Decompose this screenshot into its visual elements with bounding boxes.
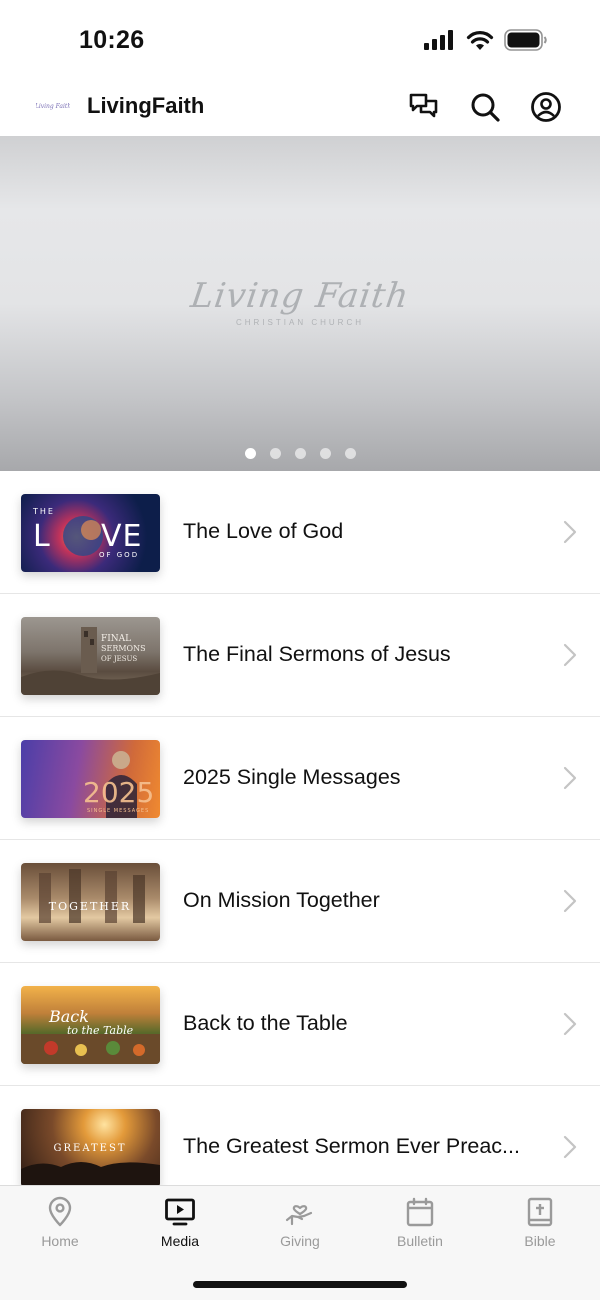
chat-bubbles-icon — [409, 93, 438, 118]
status-time: 10:26 — [79, 26, 145, 54]
svg-text:GREATEST: GREATEST — [54, 1143, 127, 1154]
app-header: Living Faith LivingFaith — [0, 78, 600, 136]
app-logo: Living Faith — [36, 90, 70, 120]
user-circle-icon — [531, 92, 561, 122]
list-item[interactable]: FINAL SERMONS OF JESUS The Final Sermons… — [0, 594, 600, 717]
search-button[interactable] — [468, 90, 502, 124]
tab-label: Bulletin — [397, 1233, 443, 1249]
single-messages-artwork: 2025 SINGLE MESSAGES — [83, 751, 154, 818]
svg-text:SINGLE MESSAGES: SINGLE MESSAGES — [87, 808, 149, 814]
back-to-the-table-artwork: Back to the Table — [21, 1007, 160, 1064]
living-faith-logo-icon: Living Faith — [36, 103, 70, 110]
item-title: Back to the Table — [183, 1011, 348, 1035]
list-item[interactable]: THE L VE OF GOD The Love of God — [0, 471, 600, 594]
map-pin-icon — [48, 1196, 72, 1227]
svg-text:2025: 2025 — [83, 776, 154, 809]
carousel-dot[interactable] — [244, 448, 256, 459]
tab-bible[interactable]: Bible — [480, 1196, 600, 1258]
carousel-dot[interactable] — [344, 448, 356, 459]
tab-label: Media — [160, 1233, 200, 1249]
svg-text:OF JESUS: OF JESUS — [101, 655, 137, 663]
item-title: On Mission Together — [183, 888, 380, 912]
hero-logo-subtitle: CHRISTIAN CHURCH — [236, 318, 364, 327]
on-mission-together-artwork: TOGETHER — [39, 869, 145, 923]
cellular-signal-icon — [424, 30, 453, 50]
series-thumbnail: Back to the Table — [21, 986, 160, 1064]
profile-button[interactable] — [529, 90, 563, 124]
series-thumbnail: 2025 SINGLE MESSAGES — [21, 740, 160, 818]
hero-logo-script: Living Faith — [188, 276, 412, 316]
carousel-dot[interactable] — [294, 448, 306, 459]
carousel-dot[interactable] — [319, 448, 331, 459]
wifi-icon — [466, 30, 494, 50]
tab-bulletin[interactable]: Bulletin — [360, 1196, 480, 1258]
hero-banner[interactable]: Living Faith CHRISTIAN CHURCH — [0, 136, 600, 471]
item-title: The Love of God — [183, 519, 344, 543]
love-of-god-artwork: THE L VE OF GOD — [32, 507, 142, 559]
home-indicator — [193, 1281, 407, 1288]
series-thumbnail: GREATEST — [21, 1109, 160, 1187]
item-title: The Final Sermons of Jesus — [183, 642, 451, 666]
carousel-dot[interactable] — [269, 448, 281, 459]
svg-text:to the Table: to the Table — [67, 1024, 134, 1037]
media-list: THE L VE OF GOD The Love of God FINAL SE… — [0, 471, 600, 1209]
final-sermons-artwork: FINAL SERMONS OF JESUS — [21, 627, 160, 695]
svg-text:TOGETHER: TOGETHER — [49, 900, 131, 913]
hero-logo: Living Faith CHRISTIAN CHURCH — [0, 276, 600, 327]
tab-label: Giving — [280, 1233, 320, 1249]
list-item[interactable]: TOGETHER On Mission Together — [0, 840, 600, 963]
battery-icon — [504, 29, 547, 51]
chevron-right-icon — [563, 520, 577, 544]
tab-label: Home — [41, 1233, 79, 1249]
chat-button[interactable] — [407, 90, 441, 124]
status-bar: 10:26 — [0, 0, 600, 78]
svg-text:VE: VE — [101, 519, 142, 554]
list-item[interactable]: Back to the Table Back to the Table — [0, 963, 600, 1086]
bible-icon — [527, 1197, 553, 1227]
list-item[interactable]: 2025 SINGLE MESSAGES 2025 Single Message… — [0, 717, 600, 840]
chevron-right-icon — [563, 766, 577, 790]
status-icons — [424, 29, 548, 51]
carousel-dots — [0, 448, 600, 459]
chevron-right-icon — [563, 889, 577, 913]
svg-text:Living Faith: Living Faith — [36, 103, 70, 110]
tab-giving[interactable]: Giving — [240, 1196, 360, 1258]
search-icon — [471, 93, 500, 122]
svg-text:THE: THE — [32, 507, 55, 516]
chevron-right-icon — [563, 1012, 577, 1036]
chevron-right-icon — [563, 643, 577, 667]
greatest-sermon-artwork: GREATEST — [21, 1143, 160, 1187]
series-thumbnail: TOGETHER — [21, 863, 160, 941]
series-thumbnail: THE L VE OF GOD — [21, 494, 160, 572]
tab-media[interactable]: Media — [120, 1196, 240, 1258]
calendar-icon — [406, 1197, 434, 1227]
hand-heart-icon — [285, 1205, 313, 1226]
app-title: LivingFaith — [87, 93, 205, 118]
chevron-right-icon — [563, 1135, 577, 1159]
svg-text:FINAL: FINAL — [101, 634, 131, 644]
series-thumbnail: FINAL SERMONS OF JESUS — [21, 617, 160, 695]
item-title: The Greatest Sermon Ever Preac... — [183, 1134, 520, 1158]
svg-text:L: L — [33, 519, 52, 554]
svg-text:SERMONS: SERMONS — [101, 644, 146, 653]
tab-home[interactable]: Home — [0, 1196, 120, 1258]
tab-label: Bible — [524, 1233, 556, 1249]
svg-text:OF GOD: OF GOD — [99, 551, 139, 559]
item-title: 2025 Single Messages — [183, 765, 401, 789]
tv-play-icon — [165, 1198, 195, 1226]
